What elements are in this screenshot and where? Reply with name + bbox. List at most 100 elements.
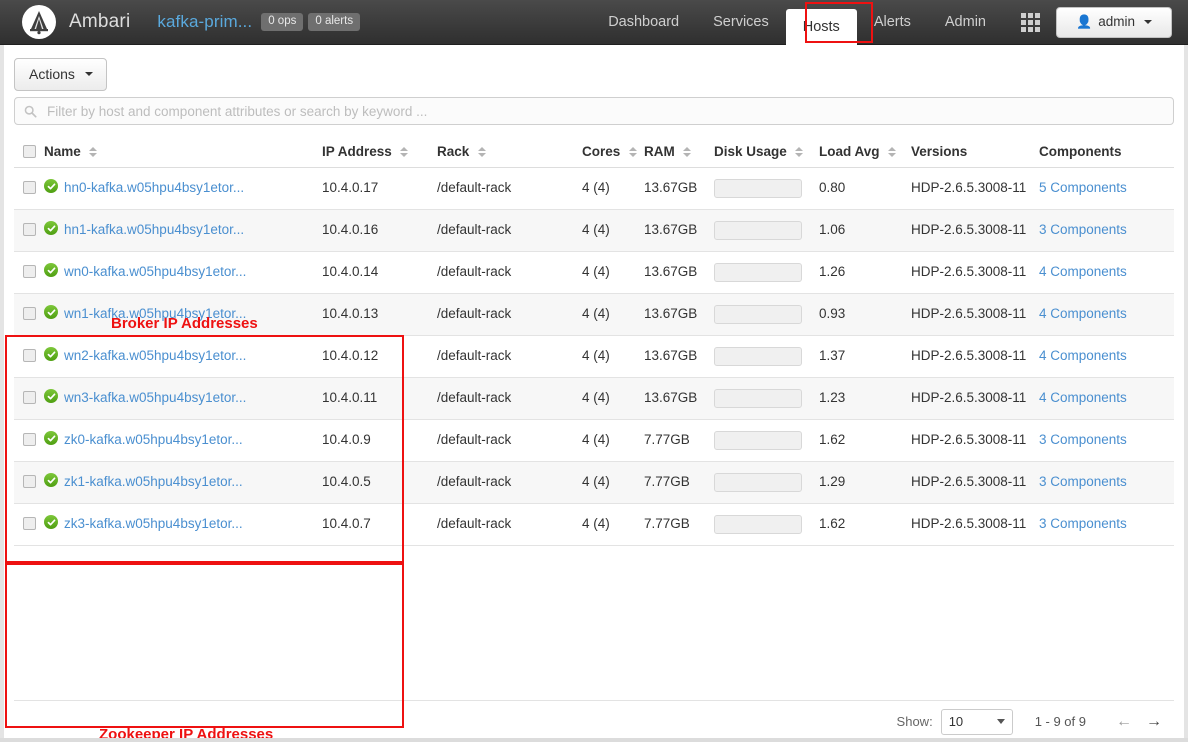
host-name-link[interactable]: zk1-kafka.w05hpu4bsy1etor... xyxy=(64,473,243,490)
row-select-cell xyxy=(14,462,44,504)
row-checkbox[interactable] xyxy=(23,433,36,446)
row-checkbox[interactable] xyxy=(23,391,36,404)
search-box[interactable] xyxy=(14,97,1174,125)
host-name-cell: zk0-kafka.w05hpu4bsy1etor... xyxy=(44,420,322,462)
sort-arrows-icon xyxy=(795,147,804,157)
chevron-down-icon xyxy=(85,72,93,76)
load-avg-cell: 1.62 xyxy=(819,504,911,546)
ops-badge[interactable]: 0 ops xyxy=(261,13,303,32)
components-cell: 4 Components xyxy=(1039,294,1174,336)
host-name-cell: wn0-kafka.w05hpu4bsy1etor... xyxy=(44,252,322,294)
hosts-content: Actions xyxy=(0,45,1188,742)
components-link[interactable]: 4 Components xyxy=(1039,348,1127,363)
alerts-badge[interactable]: 0 alerts xyxy=(308,13,360,32)
host-name-cell: zk1-kafka.w05hpu4bsy1etor... xyxy=(44,462,322,504)
version-cell: HDP-2.6.5.3008-11 xyxy=(911,168,1039,210)
sort-arrows-icon xyxy=(400,147,409,157)
ip-address-cell: 10.4.0.5 xyxy=(322,462,437,504)
host-name-link[interactable]: hn0-kafka.w05hpu4bsy1etor... xyxy=(64,179,244,196)
hosts-table-header: Name IP Address Rack Cores xyxy=(14,137,1174,168)
column-header-cores[interactable]: Cores xyxy=(582,137,644,168)
host-name-link[interactable]: wn3-kafka.w05hpu4bsy1etor... xyxy=(64,389,246,406)
row-checkbox[interactable] xyxy=(23,223,36,236)
column-header-ip-address[interactable]: IP Address xyxy=(322,137,437,168)
host-status-healthy-icon xyxy=(44,515,58,529)
host-name-link[interactable]: wn0-kafka.w05hpu4bsy1etor... xyxy=(64,263,246,280)
table-row: zk1-kafka.w05hpu4bsy1etor...10.4.0.5/def… xyxy=(14,462,1174,504)
host-status-healthy-icon xyxy=(44,347,58,361)
nav-item-admin[interactable]: Admin xyxy=(928,0,1003,45)
column-header-rack[interactable]: Rack xyxy=(437,137,582,168)
load-avg-cell: 0.80 xyxy=(819,168,911,210)
cores-cell: 4 (4) xyxy=(582,294,644,336)
brand-name: Ambari xyxy=(69,11,130,33)
disk-usage-cell xyxy=(714,378,819,420)
row-checkbox[interactable] xyxy=(23,181,36,194)
cores-cell: 4 (4) xyxy=(582,210,644,252)
nav-item-alerts[interactable]: Alerts xyxy=(857,0,928,45)
column-header-name[interactable]: Name xyxy=(44,137,322,168)
rack-cell: /default-rack xyxy=(437,504,582,546)
select-all-checkbox[interactable] xyxy=(23,145,36,158)
host-status-healthy-icon xyxy=(44,221,58,235)
host-name-link[interactable]: hn1-kafka.w05hpu4bsy1etor... xyxy=(64,221,244,238)
disk-usage-bar xyxy=(714,515,802,534)
row-checkbox[interactable] xyxy=(23,349,36,362)
components-link[interactable]: 4 Components xyxy=(1039,390,1127,405)
user-menu-button[interactable]: 👤 admin xyxy=(1056,7,1172,38)
apps-grid-icon[interactable] xyxy=(1021,13,1040,32)
ram-cell: 13.67GB xyxy=(644,252,714,294)
row-select-cell xyxy=(14,168,44,210)
components-link[interactable]: 3 Components xyxy=(1039,516,1127,531)
host-name-link[interactable]: wn2-kafka.w05hpu4bsy1etor... xyxy=(64,347,246,364)
row-checkbox[interactable] xyxy=(23,265,36,278)
table-row: zk3-kafka.w05hpu4bsy1etor...10.4.0.7/def… xyxy=(14,504,1174,546)
disk-usage-bar xyxy=(714,473,802,492)
nav-item-hosts[interactable]: Hosts xyxy=(786,9,857,45)
row-checkbox[interactable] xyxy=(23,517,36,530)
host-status-healthy-icon xyxy=(44,305,58,319)
components-link[interactable]: 3 Components xyxy=(1039,474,1127,489)
version-cell: HDP-2.6.5.3008-11 xyxy=(911,378,1039,420)
cluster-badges: 0 ops 0 alerts xyxy=(261,13,360,32)
column-header-disk-usage[interactable]: Disk Usage xyxy=(714,137,819,168)
user-menu-label: admin xyxy=(1098,14,1135,29)
window-edge-right xyxy=(1184,45,1188,742)
nav-item-services[interactable]: Services xyxy=(696,0,786,45)
components-link[interactable]: 4 Components xyxy=(1039,306,1127,321)
actions-button-label: Actions xyxy=(29,66,75,82)
arrow-left-icon[interactable]: ← xyxy=(1116,714,1132,730)
actions-button[interactable]: Actions xyxy=(14,58,107,91)
host-name-link[interactable]: zk0-kafka.w05hpu4bsy1etor... xyxy=(64,431,243,448)
column-header-load-avg[interactable]: Load Avg xyxy=(819,137,911,168)
ram-cell: 13.67GB xyxy=(644,210,714,252)
disk-usage-cell xyxy=(714,504,819,546)
disk-usage-bar xyxy=(714,305,802,324)
cores-cell: 4 (4) xyxy=(582,168,644,210)
ambari-mountain-logo-icon xyxy=(22,5,56,39)
components-link[interactable]: 3 Components xyxy=(1039,432,1127,447)
brand-area[interactable]: Ambari kafka-prim... 0 ops 0 alerts xyxy=(0,5,360,39)
rack-cell: /default-rack xyxy=(437,168,582,210)
components-link[interactable]: 3 Components xyxy=(1039,222,1127,237)
components-link[interactable]: 4 Components xyxy=(1039,264,1127,279)
search-input[interactable] xyxy=(45,103,1164,120)
table-row: hn0-kafka.w05hpu4bsy1etor...10.4.0.17/de… xyxy=(14,168,1174,210)
row-checkbox[interactable] xyxy=(23,307,36,320)
nav-links: Dashboard Services Hosts Alerts Admin 👤 … xyxy=(591,0,1188,45)
arrow-right-icon[interactable]: → xyxy=(1146,714,1162,730)
table-row: hn1-kafka.w05hpu4bsy1etor...10.4.0.16/de… xyxy=(14,210,1174,252)
cluster-name-link[interactable]: kafka-prim... xyxy=(157,12,252,32)
nav-item-dashboard[interactable]: Dashboard xyxy=(591,0,696,45)
host-name-link[interactable]: zk3-kafka.w05hpu4bsy1etor... xyxy=(64,515,243,532)
ambari-hosts-page: Ambari kafka-prim... 0 ops 0 alerts Dash… xyxy=(0,0,1188,742)
rack-cell: /default-rack xyxy=(437,336,582,378)
row-checkbox[interactable] xyxy=(23,475,36,488)
components-link[interactable]: 5 Components xyxy=(1039,180,1127,195)
rack-cell: /default-rack xyxy=(437,252,582,294)
column-header-ram[interactable]: RAM xyxy=(644,137,714,168)
components-cell: 5 Components xyxy=(1039,168,1174,210)
version-cell: HDP-2.6.5.3008-11 xyxy=(911,336,1039,378)
page-size-select[interactable]: 10 xyxy=(941,709,1013,735)
column-header-components: Components xyxy=(1039,137,1174,168)
